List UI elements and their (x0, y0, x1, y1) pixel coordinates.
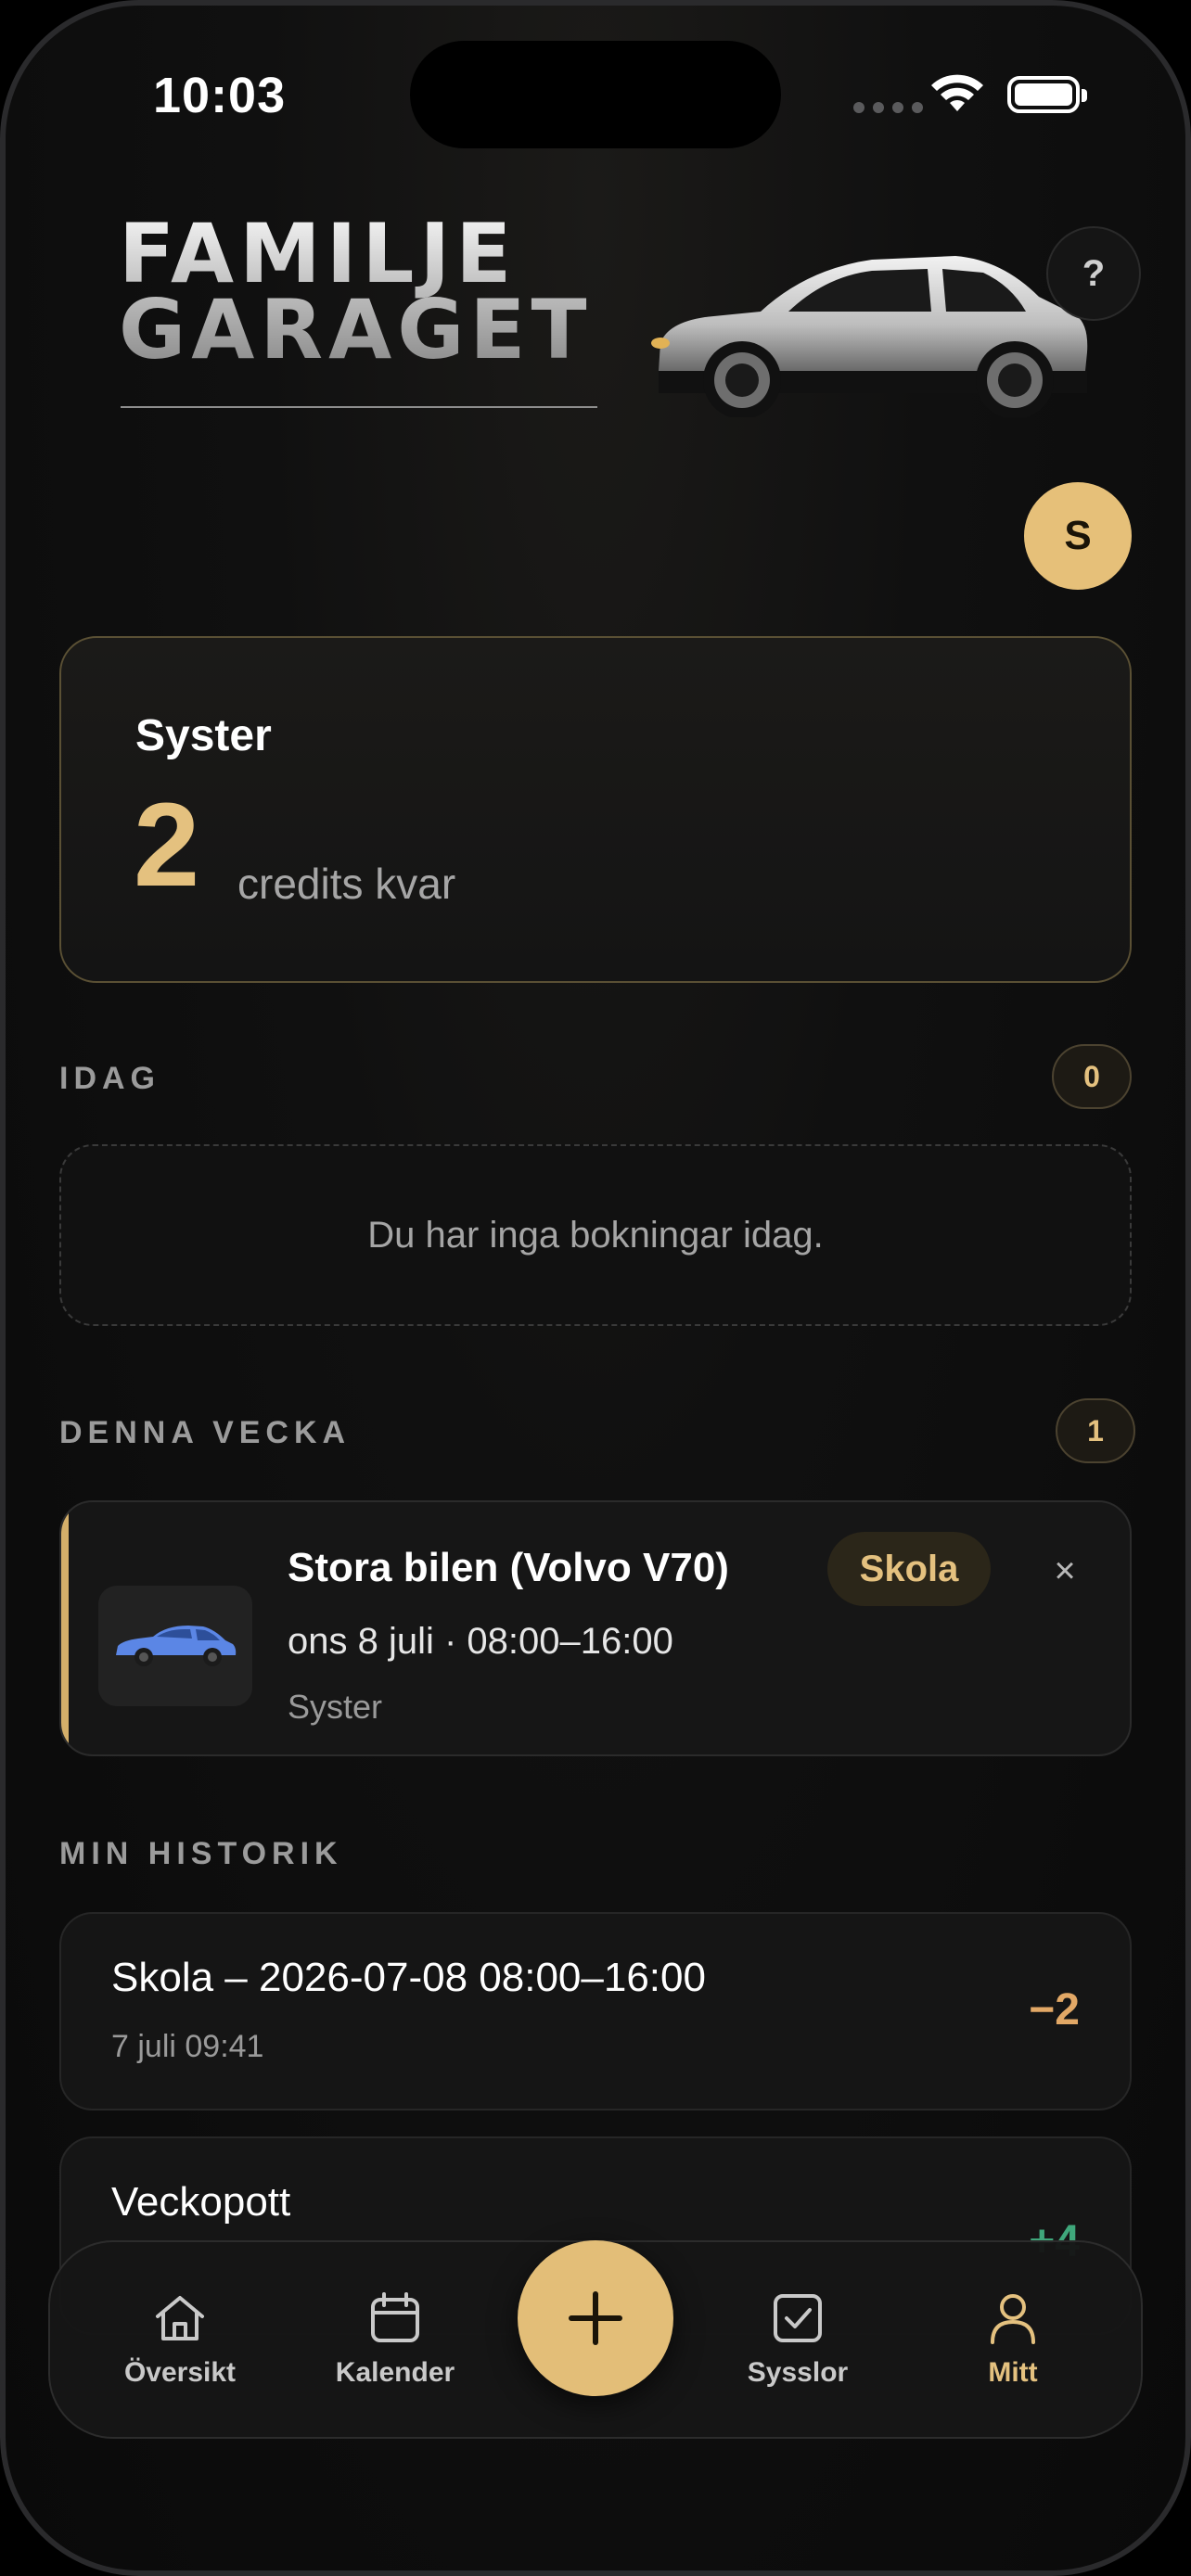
logo-underline (121, 406, 597, 408)
cellular-signal-icon (853, 102, 923, 113)
history-item-title: Skola – 2026-07-08 08:00–16:00 (111, 1955, 706, 2000)
booking-card[interactable]: Stora bilen (Volvo V70) ons 8 juli · 08:… (59, 1500, 1132, 1756)
history-item: Skola – 2026-07-08 08:00–16:00 7 juli 09… (59, 1912, 1132, 2111)
cancel-booking-button[interactable]: × (1046, 1550, 1083, 1591)
section-title-this-week: DENNA VECKA (59, 1415, 352, 1450)
home-icon (156, 2296, 204, 2340)
credits-user-name: Syster (135, 711, 272, 760)
car-thumbnail (98, 1586, 252, 1706)
tab-label: Översikt (123, 2357, 237, 2388)
history-item-delta: −2 (1029, 1985, 1080, 2034)
history-item-date: 7 juli 09:41 (111, 2029, 264, 2064)
booking-accent-bar (61, 1502, 69, 1754)
week-count-badge: 1 (1056, 1398, 1135, 1463)
tab-kalender[interactable]: Kalender (302, 2290, 488, 2389)
add-booking-button[interactable] (518, 2240, 673, 2396)
credits-amount: 2 (134, 779, 200, 912)
tab-oversikt[interactable]: Översikt (87, 2290, 273, 2389)
tab-label: Kalender (335, 2357, 455, 2388)
plus-icon (569, 2291, 622, 2345)
dynamic-island (410, 41, 781, 148)
blue-car-icon (116, 1626, 237, 1666)
booking-user: Syster (288, 1688, 383, 1726)
status-time: 10:03 (153, 68, 287, 123)
calendar-icon (371, 2292, 419, 2342)
avatar[interactable]: S (1024, 482, 1132, 590)
logo-line-2: GARAGET (119, 282, 593, 377)
today-count-badge: 0 (1052, 1044, 1132, 1109)
car-illustration (651, 256, 1088, 417)
booking-car-name: Stora bilen (Volvo V70) (288, 1545, 729, 1590)
tab-label: Mitt (988, 2357, 1038, 2388)
tab-sysslor[interactable]: Sysslor (705, 2290, 890, 2389)
section-title-history: MIN HISTORIK (59, 1836, 343, 1871)
person-icon (991, 2294, 1035, 2344)
booking-tag: Skola (827, 1532, 991, 1606)
credits-label: credits kvar (237, 860, 456, 908)
booking-time: ons 8 juli · 08:00–16:00 (288, 1621, 673, 1662)
history-item-title: Veckopott (111, 2179, 291, 2225)
credits-card: Syster 2 credits kvar (59, 636, 1132, 983)
app-logo: FAMILJE GARAGET (119, 213, 601, 371)
battery-icon (1007, 76, 1087, 113)
today-empty-state: Du har inga bokningar idag. (59, 1144, 1132, 1326)
tab-mitt[interactable]: Mitt (920, 2290, 1106, 2389)
checkbox-icon (774, 2294, 822, 2342)
app-screen: 10:03 FAMILJE GARAGET ? S Syster 2 credi… (0, 0, 1191, 2576)
wifi-icon (931, 74, 983, 111)
tab-label: Sysslor (747, 2357, 849, 2388)
help-button[interactable]: ? (1046, 226, 1141, 321)
section-title-today: IDAG (59, 1061, 160, 1096)
